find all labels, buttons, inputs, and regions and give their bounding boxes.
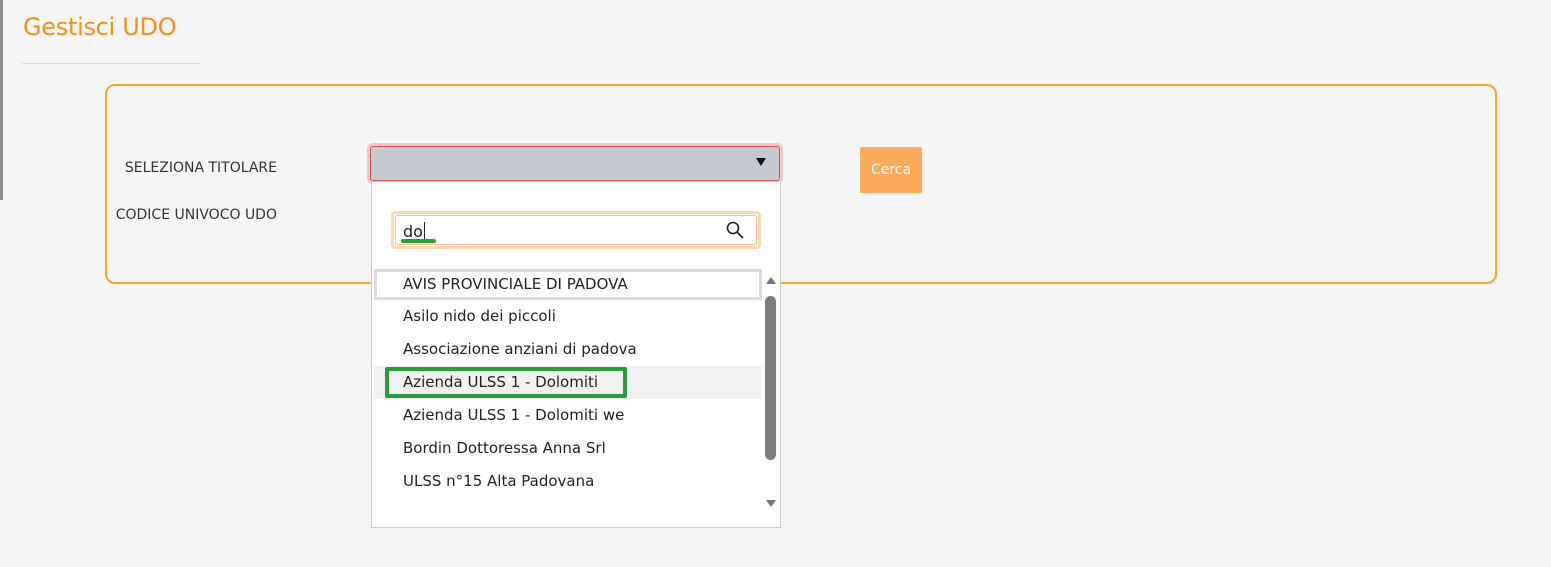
dropdown-scrollbar[interactable] xyxy=(764,268,779,513)
dropdown-search-focus-ring xyxy=(395,215,757,245)
search-button[interactable]: Cerca xyxy=(860,147,922,193)
triangle-up-icon[interactable] xyxy=(766,277,776,284)
dropdown-option-label: ULSS n°15 Alta Padovana xyxy=(403,472,595,490)
dropdown-option-label: AVIS PROVINCIALE DI PADOVA xyxy=(403,275,628,293)
dropdown-option[interactable]: Bordin Dottoressa Anna Srl xyxy=(374,432,762,465)
dropdown-option[interactable]: AVIS PROVINCIALE DI PADOVA xyxy=(374,269,762,300)
search-icon[interactable] xyxy=(726,221,744,239)
annotation-highlight-box xyxy=(385,367,627,398)
annotation-underline xyxy=(401,239,436,243)
dropdown-option-label: Asilo nido dei piccoli xyxy=(403,307,556,325)
dropdown-option[interactable]: Associazione anziani di padova xyxy=(374,333,762,366)
triangle-down-icon[interactable] xyxy=(766,500,776,507)
dropdown-option-label: Bordin Dottoressa Anna Srl xyxy=(403,439,606,457)
dropdown-option-label: Associazione anziani di padova xyxy=(403,340,637,358)
titolare-dropdown: do AVIS PROVINCIALE DI PADOVA Asilo nido… xyxy=(371,182,781,528)
dropdown-option-highlighted[interactable]: Azienda ULSS 1 - Dolomiti xyxy=(374,366,762,399)
search-panel: SELEZIONA TITOLARE CODICE UNIVOCO UDO xyxy=(105,84,1497,284)
dropdown-options-list: AVIS PROVINCIALE DI PADOVA Asilo nido de… xyxy=(374,268,762,513)
page-title: Gestisci UDO xyxy=(23,13,177,41)
codice-udo-label: CODICE UNIVOCO UDO xyxy=(115,207,277,223)
dropdown-search-input[interactable]: do xyxy=(391,211,761,249)
triangle-down-icon xyxy=(756,158,766,166)
dropdown-option-label: Azienda ULSS 1 - Dolomiti we xyxy=(403,406,625,424)
dropdown-option[interactable]: Asilo nido dei piccoli xyxy=(374,300,762,333)
dropdown-option[interactable]: Azienda ULSS 1 - Dolomiti we xyxy=(374,399,762,432)
text-caret xyxy=(423,222,425,240)
titolare-label: SELEZIONA TITOLARE xyxy=(124,160,277,176)
titolare-select[interactable] xyxy=(370,146,780,181)
scrollbar-thumb[interactable] xyxy=(765,296,776,460)
dropdown-option[interactable]: ULSS n°15 Alta Padovana xyxy=(374,465,762,498)
page-header: Gestisci UDO xyxy=(22,0,201,64)
window-edge xyxy=(0,0,3,200)
